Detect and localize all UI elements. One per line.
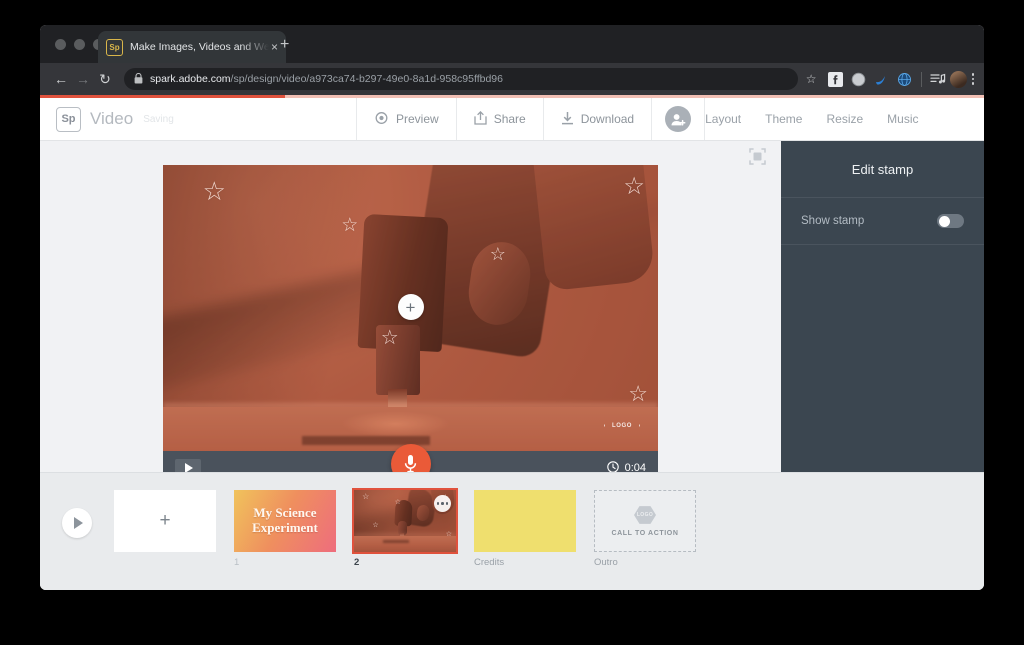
nav-item-resize[interactable]: Resize [826, 112, 863, 126]
address-bar[interactable]: spark.adobe.com/sp/design/video/a973ca74… [124, 68, 798, 90]
star-overlay-icon: ☆ [490, 245, 506, 263]
app-nav: Layout Theme Resize Music [705, 98, 918, 140]
music-list-icon[interactable] [930, 71, 947, 88]
browser-window: Sp Make Images, Videos and Web S × + ← →… [40, 25, 984, 590]
spark-favicon-icon: Sp [106, 39, 123, 56]
toolbar-divider [921, 72, 922, 87]
slide-list: + My Science Experiment 1 [114, 490, 714, 569]
share-icon [474, 111, 487, 128]
star-overlay-icon: ☆ [628, 383, 648, 405]
browser-menu-icon[interactable] [972, 72, 975, 86]
add-person-icon [665, 106, 691, 132]
list-item[interactable]: LOGO CALL TO ACTION Outro [594, 490, 696, 569]
globe-icon[interactable] [896, 71, 913, 88]
star-overlay-icon: ☆ [362, 493, 369, 501]
call-to-action-label: CALL TO ACTION [612, 530, 679, 537]
eye-icon [374, 112, 389, 127]
video-preview[interactable]: ☆ ☆ ☆ ☆ ☆ ☆ + LOGO [163, 165, 658, 485]
slide-background-image [163, 165, 658, 485]
screenshot-root: Sp Make Images, Videos and Web S × + ← →… [0, 0, 1024, 645]
slide-timeline: + My Science Experiment 1 [40, 472, 984, 590]
lock-icon [134, 73, 143, 86]
back-icon[interactable]: ← [50, 71, 72, 87]
star-overlay-icon: ☆ [446, 531, 452, 538]
add-media-button[interactable]: + [398, 294, 424, 320]
download-label: Download [581, 112, 634, 126]
app-title: Video [90, 109, 133, 129]
preview-label: Preview [396, 112, 439, 126]
nav-item-music[interactable]: Music [887, 112, 918, 126]
star-overlay-icon: ☆ [341, 216, 358, 235]
slide-label: Outro [594, 557, 696, 569]
circle-icon[interactable] [850, 71, 867, 88]
window-traffic-lights [55, 39, 104, 50]
close-tab-icon[interactable]: × [271, 41, 278, 53]
app-header: Sp Video Saving Preview Share [40, 98, 984, 141]
list-item[interactable]: My Science Experiment 1 [234, 490, 336, 569]
spark-video-app: Sp Video Saving Preview Share [40, 98, 984, 590]
close-window-button[interactable] [55, 39, 66, 50]
slide-thumbnail-1[interactable]: My Science Experiment [234, 490, 336, 552]
forward-icon[interactable]: → [72, 71, 94, 87]
slide-label: Credits [474, 557, 576, 569]
url-domain: spark.adobe.com [150, 73, 231, 85]
browser-tab-title: Make Images, Videos and Web S [130, 41, 269, 53]
download-button[interactable]: Download [543, 98, 651, 140]
address-bar-url: spark.adobe.com/sp/design/video/a973ca74… [150, 73, 503, 85]
show-stamp-label: Show stamp [801, 215, 864, 227]
star-overlay-icon: ☆ [395, 499, 401, 506]
preview-button[interactable]: Preview [356, 98, 456, 140]
list-item[interactable]: Credits [474, 490, 576, 569]
facebook-icon[interactable] [827, 71, 844, 88]
logo-placeholder[interactable]: LOGO [604, 409, 640, 442]
new-tab-button[interactable]: + [280, 37, 289, 53]
show-stamp-toggle[interactable] [937, 214, 964, 228]
slide-label: 1 [234, 557, 336, 569]
list-item[interactable]: ☆ ☆ ☆ ☆ ☆ 2 [354, 490, 456, 569]
star-overlay-icon: ☆ [381, 328, 399, 348]
nav-item-theme[interactable]: Theme [765, 112, 802, 126]
bookmark-icon[interactable]: ☆ [806, 72, 817, 86]
timeline-play-button[interactable] [62, 508, 92, 538]
star-overlay-icon: ☆ [372, 522, 378, 529]
slide-thumbnail-credits[interactable] [474, 490, 576, 552]
edit-stamp-panel: Edit stamp Show stamp [781, 141, 984, 472]
blue-swoosh-icon[interactable] [873, 71, 890, 88]
editor-stage: ☆ ☆ ☆ ☆ ☆ ☆ + LOGO [40, 141, 781, 472]
app-brand: Sp Video Saving [40, 98, 356, 140]
slide-thumbnail-2[interactable]: ☆ ☆ ☆ ☆ ☆ [354, 490, 456, 552]
reload-icon[interactable]: ↻ [94, 71, 116, 88]
list-item[interactable]: + [114, 490, 216, 569]
nav-item-layout[interactable]: Layout [705, 112, 741, 126]
crop-icon[interactable] [749, 148, 766, 165]
invite-collaborator-button[interactable] [651, 98, 705, 140]
save-status: Saving [143, 114, 174, 125]
browser-tab[interactable]: Sp Make Images, Videos and Web S × [98, 31, 286, 63]
app-header-actions: Preview Share Download [356, 98, 705, 140]
panel-title: Edit stamp [781, 141, 984, 198]
header-panel-gap [919, 98, 984, 140]
show-stamp-row[interactable]: Show stamp [781, 198, 984, 245]
browser-tab-strip: Sp Make Images, Videos and Web S × + [40, 25, 984, 63]
slide-label: 2 [354, 557, 456, 569]
url-path: /sp/design/video/a973ca74-b297-49e0-8a1d… [231, 73, 503, 85]
star-overlay-icon: ☆ [623, 175, 645, 199]
star-overlay-icon: ☆ [203, 178, 226, 204]
logo-placeholder-icon: LOGO [634, 506, 656, 525]
hexagon-outline-icon [604, 409, 640, 442]
slide-label [114, 557, 216, 569]
spark-logo-icon[interactable]: Sp [56, 107, 81, 132]
share-label: Share [494, 112, 526, 126]
share-button[interactable]: Share [456, 98, 543, 140]
slide-options-icon[interactable] [434, 495, 451, 512]
app-body: ☆ ☆ ☆ ☆ ☆ ☆ + LOGO [40, 141, 984, 472]
slide-title-text: My Science Experiment [234, 506, 336, 535]
minimize-window-button[interactable] [74, 39, 85, 50]
slide-thumbnail-outro[interactable]: LOGO CALL TO ACTION [594, 490, 696, 552]
download-icon [561, 111, 574, 128]
add-slide-thumbnail[interactable]: + [114, 490, 216, 552]
profile-avatar[interactable] [950, 71, 967, 88]
browser-toolbar: ← → ↻ spark.adobe.com/sp/design/video/a9… [40, 63, 984, 95]
